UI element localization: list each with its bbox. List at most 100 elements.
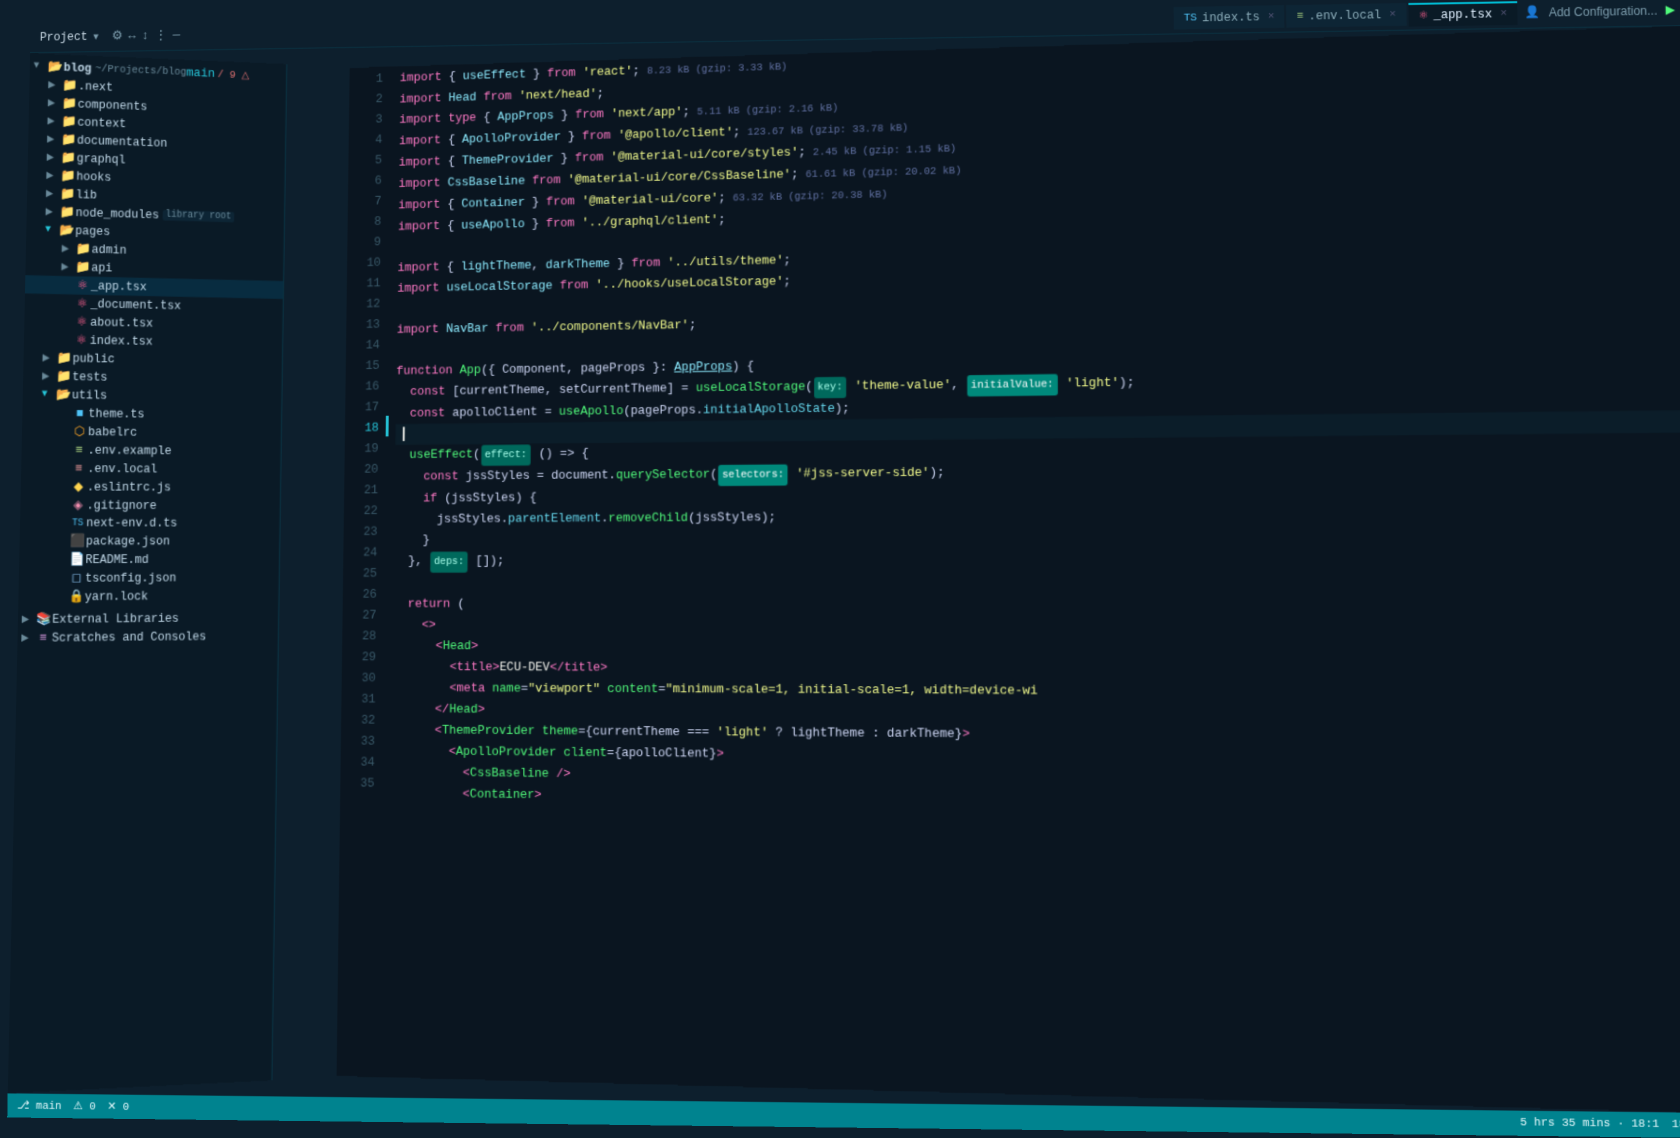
editor-content: 12345 678910 1112131415 1617181920 21222… [336,26,1680,1113]
project-dropdown-arrow[interactable]: ▾ [93,30,98,43]
file-icon-gitignore: ◈ [69,498,86,513]
run-button[interactable]: ▶ [1665,2,1675,17]
tree-item-external-libs[interactable]: ▶ 📚 External Libraries [18,609,278,629]
title-bar-icon-split[interactable]: ↕ [141,28,149,42]
folder-icon-admin: 📁 [75,242,92,257]
file-icon-tsconfig: ◻ [68,571,85,586]
label-hooks: hooks [76,170,111,184]
git-changes-label: / 9 △ [218,67,250,81]
file-icon-theme-ts: ■ [71,406,88,421]
code-content[interactable]: import { useEffect } from 'react'; 8.23 … [381,26,1680,1113]
tab-close-index-ts[interactable]: × [1268,11,1275,23]
label-gitignore: .gitignore [86,499,156,513]
file-icon-next-env: TS [69,518,86,529]
arrow-public: ▶ [42,352,55,364]
folder-icon-node-modules: 📁 [59,205,76,220]
tab-close-app-tsx[interactable]: × [1500,8,1507,20]
arrow-scratches: ▶ [21,632,35,644]
file-icon-eslintrc: ◆ [70,480,87,495]
folder-icon-pages: 📂 [58,223,75,238]
label-eslintrc: .eslintrc.js [87,480,171,494]
env-icon: ≡ [1297,11,1304,23]
file-icon-package-json: ⬛ [69,534,86,549]
label-scratches: Scratches and Consoles [52,630,207,645]
label-utils: utils [72,388,107,402]
label-components: components [78,97,148,113]
folder-icon-documentation: 📁 [60,132,77,147]
project-name-label: blog [63,61,91,75]
tree-item-scratches[interactable]: ▶ ≡ Scratches and Consoles [17,627,278,648]
tree-item-package-json[interactable]: ⬛ package.json [19,532,279,551]
arrow-graphql: ▶ [47,152,60,164]
label-documentation: documentation [77,134,168,150]
folder-icon-components: 📁 [61,96,78,111]
arrow-hooks: ▶ [46,170,59,182]
file-icon-app-tsx: ⚛ [74,278,91,293]
label-admin: admin [92,243,127,257]
title-bar-icon-more[interactable]: ⋮ [155,28,168,43]
git-branch-label: main [186,65,215,80]
label-app-tsx: _app.tsx [91,279,147,294]
label-context: context [77,115,126,130]
folder-icon-context: 📁 [60,114,77,129]
folder-icon-tests: 📁 [55,369,72,384]
arrow-context: ▶ [47,115,60,127]
arrow-external-libs: ▶ [22,614,36,626]
app-icon: ⚛ [1418,8,1428,22]
tree-item-env-local[interactable]: ≡ .env.local [21,459,280,479]
tree-item-babelrc[interactable]: ⬡ babelrc [22,422,281,443]
editor-area: 12345 678910 1112131415 1617181920 21222… [336,26,1680,1113]
ts-icon: TS [1184,13,1197,25]
library-root-badge: library root [163,210,235,222]
folder-icon-external-libs: 📚 [35,612,52,627]
tab-close-env-local[interactable]: × [1389,9,1396,21]
title-bar-right: 👤 Add Configuration... ▶ [1525,2,1675,19]
title-bar-icon-settings[interactable]: ⚙ [112,29,123,43]
add-configuration-button[interactable]: Add Configuration... [1549,3,1658,19]
label-about-tsx: about.tsx [90,315,153,330]
folder-icon-api: 📁 [74,260,91,275]
title-bar-icon-minimize[interactable]: — [173,28,181,42]
title-bar-icon-expand[interactable]: ↔ [128,29,136,43]
status-branch: ⎇ main [17,1098,62,1113]
expand-arrow: ▼ [33,61,46,72]
status-position: 18:1 [1672,1119,1680,1132]
label-next-env: next-env.d.ts [86,516,177,530]
label-public: public [72,352,114,366]
label-babelrc: babelrc [88,425,137,439]
label-env-example: .env.example [88,443,172,457]
folder-icon-blog: 📂 [47,60,64,75]
arrow-tests: ▶ [42,370,55,382]
tree-item-tsconfig[interactable]: ◻ tsconfig.json [19,568,279,587]
label-api: api [91,261,112,275]
ide-window: Project ▾ ⚙ ↔ ↕ ⋮ — TS index.ts × ≡ .env… [7,0,1680,1138]
arrow-lib: ▶ [46,188,59,200]
label-env-local: .env.local [87,462,157,476]
file-icon-readme: 📄 [68,552,85,567]
folder-icon-utils: 📂 [55,388,72,403]
user-icon: 👤 [1525,5,1541,20]
file-icon-index-tsx: ⚛ [73,333,90,348]
editor-tabs: TS index.ts × ≡ .env.local × ⚛ _app.tsx … [1174,1,1518,30]
tree-item-env-example[interactable]: ≡ .env.example [21,440,280,460]
tree-item-yarn-lock[interactable]: 🔒 yarn.lock [18,587,278,607]
file-icon-babelrc: ⬡ [71,424,88,439]
tree-item-readme[interactable]: 📄 README.md [19,550,279,569]
tab-app-tsx[interactable]: ⚛ _app.tsx × [1408,1,1517,26]
status-bar-right: 5 hrs 35 mins · 18:1 18:1 [1520,1117,1680,1132]
tree-item-next-env[interactable]: TS next-env.d.ts [20,514,280,532]
label-node-modules: node_modules [75,206,159,222]
tree-item-gitignore[interactable]: ◈ .gitignore [20,496,280,515]
tab-index-ts[interactable]: TS index.ts × [1174,5,1285,29]
arrow-pages: ▼ [45,225,58,236]
file-icon-env-local: ≡ [70,461,87,476]
status-errors: ✕ 0 [107,1100,129,1114]
arrow-documentation: ▶ [47,133,60,145]
label-lib: lib [76,188,97,202]
tab-env-local[interactable]: ≡ .env.local × [1287,3,1407,28]
tree-item-eslintrc[interactable]: ◆ .eslintrc.js [21,477,281,496]
main-content: ▼ 📂 blog ~/Projects/blog main / 9 △ ▶ 📁 … [8,26,1680,1113]
arrow-node-modules: ▶ [45,206,58,218]
code-line-25 [394,570,1680,594]
code-line-27: <> [393,615,1680,638]
